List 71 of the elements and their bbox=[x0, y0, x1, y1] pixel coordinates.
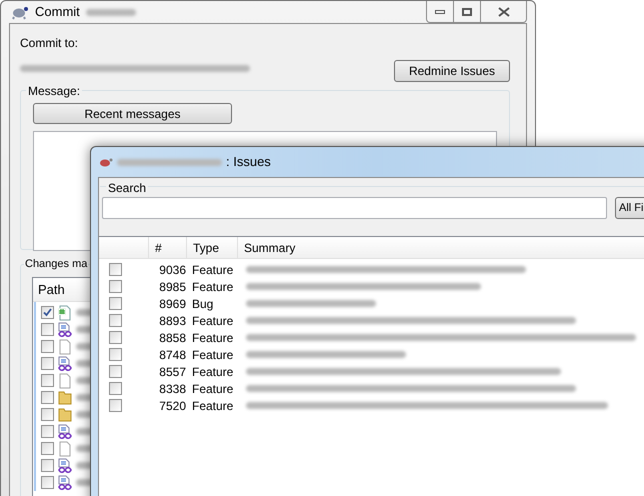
checkbox[interactable] bbox=[109, 382, 122, 395]
checkbox[interactable] bbox=[41, 425, 54, 438]
issue-row[interactable]: 7520 Feature bbox=[99, 397, 644, 414]
column-header: Path bbox=[38, 280, 65, 299]
checkbox[interactable] bbox=[109, 280, 122, 293]
checkbox[interactable] bbox=[41, 391, 54, 404]
issue-number: 8557 bbox=[158, 364, 187, 380]
blurred-text bbox=[86, 8, 136, 16]
group-label: Changes ma bbox=[24, 256, 88, 272]
issue-type: Feature bbox=[191, 398, 234, 414]
window-title: Commit bbox=[35, 3, 80, 22]
project-file-icon bbox=[57, 458, 73, 474]
issue-number: 8969 bbox=[158, 296, 187, 312]
checkbox[interactable] bbox=[109, 331, 122, 344]
issue-type: Feature bbox=[191, 364, 234, 380]
turtle-icon bbox=[11, 4, 29, 20]
issue-row[interactable]: 8338 Feature bbox=[99, 380, 644, 397]
issue-row[interactable]: 8748 Feature bbox=[99, 346, 644, 363]
issue-type: Feature bbox=[191, 262, 234, 278]
issue-number: 9036 bbox=[158, 262, 187, 278]
project-file-icon bbox=[57, 474, 73, 490]
column-header[interactable]: Summary bbox=[238, 237, 644, 258]
issue-row[interactable]: 8969 Bug bbox=[99, 295, 644, 312]
column-header[interactable]: Type bbox=[187, 237, 238, 258]
issue-type: Bug bbox=[191, 296, 214, 312]
issue-type: Feature bbox=[191, 346, 234, 364]
checkbox[interactable] bbox=[109, 399, 122, 412]
close-icon bbox=[498, 6, 510, 16]
issue-row[interactable]: 9036 Feature bbox=[99, 261, 644, 278]
checkbox[interactable] bbox=[41, 357, 54, 370]
folder-icon bbox=[57, 406, 73, 422]
issue-row[interactable]: 8985 Feature bbox=[99, 278, 644, 295]
issue-number: 8858 bbox=[158, 330, 187, 346]
issue-type: Feature bbox=[191, 312, 234, 330]
column-header[interactable]: # bbox=[149, 237, 187, 258]
checkbox[interactable] bbox=[41, 459, 54, 472]
checkbox[interactable] bbox=[109, 314, 122, 327]
window-title: : Issues bbox=[226, 153, 271, 172]
issue-row[interactable]: 8557 Feature bbox=[99, 363, 644, 380]
fields-button[interactable]: All Fi bbox=[615, 197, 644, 219]
checkbox[interactable] bbox=[109, 263, 122, 276]
folder-icon bbox=[57, 390, 73, 406]
issue-row[interactable]: 8893 Feature bbox=[99, 312, 644, 329]
project-file-icon bbox=[57, 356, 73, 372]
project-file-icon bbox=[57, 424, 73, 440]
file-icon bbox=[57, 372, 73, 388]
issue-type: Feature bbox=[191, 330, 234, 346]
recent-messages-button[interactable]: Recent messages bbox=[33, 103, 232, 124]
issue-number: 8338 bbox=[158, 380, 187, 398]
turtle-icon bbox=[99, 157, 113, 167]
checkbox[interactable] bbox=[41, 323, 54, 336]
checkbox[interactable] bbox=[41, 476, 54, 489]
issue-type: Feature bbox=[191, 278, 234, 296]
checkbox[interactable] bbox=[109, 365, 122, 378]
issue-row[interactable]: 8858 Feature bbox=[99, 329, 644, 346]
checkbox[interactable] bbox=[41, 442, 54, 455]
checkbox[interactable] bbox=[109, 297, 122, 310]
checkbox[interactable] bbox=[109, 348, 122, 361]
issue-number: 8893 bbox=[158, 312, 187, 330]
issue-number: 8985 bbox=[158, 278, 187, 296]
checkbox[interactable] bbox=[41, 306, 54, 319]
commit-to-label: Commit to: bbox=[20, 35, 80, 52]
search-field[interactable] bbox=[102, 197, 607, 219]
issue-number: 8748 bbox=[158, 346, 187, 364]
project-file-icon bbox=[57, 322, 73, 338]
issue-type: Feature bbox=[191, 380, 234, 398]
checkbox[interactable] bbox=[41, 340, 54, 353]
issue-number: 7520 bbox=[158, 398, 187, 414]
redmine-issues-button[interactable]: Redmine Issues bbox=[394, 60, 510, 82]
checkbox[interactable] bbox=[41, 374, 54, 387]
checkbox[interactable] bbox=[41, 408, 54, 421]
